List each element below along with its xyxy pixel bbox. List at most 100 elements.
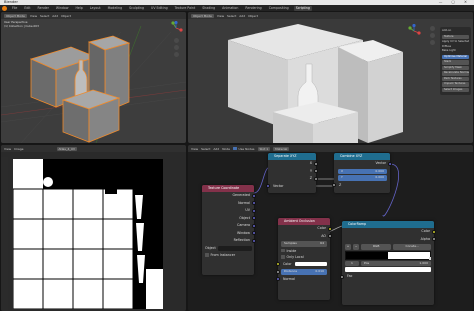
image-editor[interactable]: View Image Atlas_4_UV	[1, 145, 186, 311]
socket-icon[interactable]	[328, 226, 332, 231]
navigation-gizmo[interactable]	[169, 20, 183, 35]
panel-item-pack-textures[interactable]: Pack Textures	[442, 76, 469, 81]
menu-file[interactable]: File	[10, 6, 19, 11]
socket-icon[interactable]	[276, 269, 280, 274]
node-color-ramp[interactable]: ColorRamp Color Alpha + − RGB Consta... …	[340, 221, 436, 305]
panel-item-stack[interactable]: Stack	[442, 60, 469, 65]
output-z: Z	[268, 175, 318, 183]
node-combine-xyz[interactable]: Combine XYZ Vector X 0.000 Y 0.000 Z	[332, 153, 392, 193]
from-instancer-row: From Instancer	[202, 252, 254, 260]
node-header[interactable]: Ambient Occlusion	[278, 218, 330, 225]
menu-view[interactable]: View	[4, 147, 11, 151]
output-window: Window	[202, 230, 256, 238]
input-normal: Normal	[276, 276, 330, 282]
socket-icon[interactable]	[252, 193, 256, 198]
node-header[interactable]: ColorRamp	[342, 221, 434, 228]
input-y-field[interactable]: Y 0.000	[338, 175, 387, 181]
uv-atlas-image[interactable]	[13, 159, 163, 309]
node-editor[interactable]: View Select Add Node Use Nodes Slot 1 Ma…	[188, 145, 473, 311]
color-swatch[interactable]	[294, 262, 327, 267]
only-local-checkbox[interactable]	[281, 255, 285, 259]
ramp-stop-handle[interactable]	[429, 256, 431, 260]
zoom-icon[interactable]	[430, 26, 435, 31]
stop-color-swatch[interactable]	[345, 267, 431, 272]
zoom-icon[interactable]	[174, 38, 179, 43]
panel-item-unpack-textures[interactable]: Unpack Textures	[442, 82, 469, 87]
workspace-tab-animation[interactable]: Animation	[220, 6, 240, 11]
menu-window[interactable]: Window	[54, 6, 71, 11]
add-stop-button[interactable]: +	[345, 244, 351, 250]
workspace-tab-compositing[interactable]: Compositing	[267, 6, 291, 11]
blender-logo-icon[interactable]	[2, 5, 7, 11]
socket-icon[interactable]	[340, 274, 344, 279]
camera-view-icon[interactable]	[430, 40, 435, 45]
workspace-tab-texture-paint[interactable]: Texture Paint	[173, 6, 198, 11]
workspace-tab-modeling[interactable]: Modeling	[106, 6, 125, 11]
image-name-field[interactable]: Atlas_4_UV	[56, 146, 78, 151]
ramp-interpolation-select[interactable]: Consta...	[393, 244, 431, 250]
workspace-tab-shading[interactable]: Shading	[200, 6, 217, 11]
workspace-tab-scripting[interactable]: Scripting	[293, 5, 312, 11]
socket-icon[interactable]	[314, 161, 318, 166]
object-picker-field[interactable]	[217, 245, 252, 251]
color-ramp-gradient[interactable]	[345, 250, 431, 260]
output-normal: Normal	[202, 200, 256, 208]
socket-icon[interactable]	[332, 183, 336, 188]
node-header[interactable]: Texture Coordinate	[202, 185, 254, 192]
socket-icon[interactable]	[388, 161, 392, 166]
navigation-gizmo[interactable]	[407, 23, 421, 38]
output-reflection: Reflection	[202, 237, 256, 245]
from-instancer-checkbox[interactable]	[205, 253, 209, 257]
samples-field[interactable]: Samples 64	[281, 241, 327, 247]
stop-position-field[interactable]: Pos 1.000	[361, 260, 431, 266]
socket-icon[interactable]	[276, 262, 280, 267]
workspace-tab-layout[interactable]: Layout	[88, 6, 103, 11]
hand-pan-icon[interactable]	[430, 33, 435, 38]
socket-icon[interactable]	[252, 208, 256, 213]
socket-icon[interactable]	[266, 184, 270, 189]
node-texture-coordinate[interactable]: Texture Coordinate Generated Normal UV O…	[202, 185, 256, 275]
panel-item-apply-uv[interactable]: Apply UV to Selected	[442, 40, 469, 45]
scene-render-right[interactable]	[188, 12, 473, 143]
remove-stop-button[interactable]: −	[353, 244, 359, 250]
output-object: Object	[202, 215, 256, 223]
menu-help[interactable]: Help	[73, 6, 84, 11]
stop-index-field[interactable]: 1	[345, 260, 359, 266]
socket-icon[interactable]	[252, 238, 256, 243]
panel-item-simplify-mask[interactable]: Simplify Mask	[442, 65, 469, 70]
workspace-tab-rendering[interactable]: Rendering	[243, 6, 263, 11]
node-separate-xyz[interactable]: Separate XYZ X Y Z Vector	[266, 153, 318, 193]
panel-item-recalculate-normals[interactable]: Recalculate Normals	[442, 71, 469, 76]
menu-edit[interactable]: Edit	[22, 6, 32, 11]
menu-image[interactable]: Image	[14, 147, 23, 151]
output-alpha: Alpha	[342, 236, 436, 244]
socket-icon[interactable]	[252, 223, 256, 228]
menu-render[interactable]: Render	[36, 6, 51, 11]
socket-icon[interactable]	[432, 229, 436, 234]
node-ambient-occlusion[interactable]: Ambient Occlusion Color AO Samples 64 Ins…	[276, 218, 332, 300]
input-vector: Vector	[266, 183, 316, 191]
socket-icon[interactable]	[276, 277, 280, 282]
socket-icon[interactable]	[314, 176, 318, 181]
output-x: X	[268, 160, 318, 168]
ramp-mode-select[interactable]: RGB	[361, 244, 392, 250]
inside-checkbox[interactable]	[281, 248, 285, 253]
viewport-left[interactable]: Object Mode View Select Add Object User …	[1, 12, 186, 143]
hand-pan-icon[interactable]	[174, 45, 179, 50]
camera-view-icon[interactable]	[174, 52, 179, 57]
node-header[interactable]: Separate XYZ	[268, 153, 316, 160]
panel-header: Add-on	[442, 29, 452, 32]
node-header[interactable]: Combine XYZ	[334, 153, 390, 160]
panel-item-optimise-material[interactable]: Optimise Material	[442, 54, 469, 59]
scene-objects-left[interactable]	[1, 12, 186, 143]
window-title: Blender	[4, 0, 18, 4]
panel-item-select-images[interactable]: Select Images	[442, 87, 469, 92]
panel-item-texture[interactable]: Texture	[442, 34, 469, 39]
viewport-right[interactable]: Object Mode View Select Add Object	[188, 12, 473, 143]
distance-field[interactable]: Distance 0.010	[276, 269, 327, 275]
panel-item-bake-light[interactable]: Bake Light	[442, 49, 469, 54]
workspace-tab-sculpting[interactable]: Sculpting	[127, 6, 146, 11]
workspace-tab-uv-editing[interactable]: UV Editing	[149, 6, 170, 11]
input-x-field[interactable]: X 0.000	[338, 168, 387, 174]
object-label: Object	[205, 245, 216, 250]
